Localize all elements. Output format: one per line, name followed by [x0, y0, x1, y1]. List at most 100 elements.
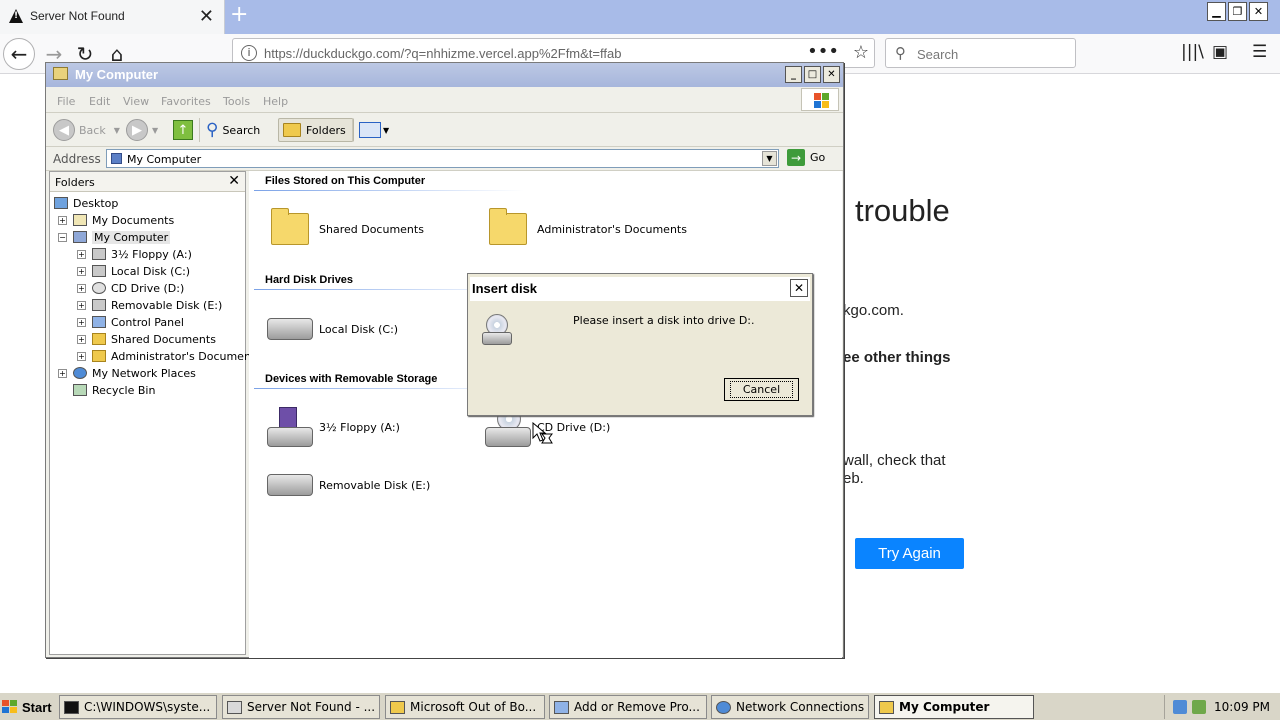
browser-tabstrip: Server Not Found ✕ + ▁ ❐ ✕ [0, 0, 1280, 34]
tree-item-control-panel[interactable]: + Control Panel [77, 314, 184, 330]
maximize-button[interactable]: □ [804, 66, 821, 83]
tree-item-shared-documents[interactable]: + Shared Documents [77, 331, 216, 347]
close-button[interactable]: ✕ [790, 279, 808, 297]
views-button[interactable]: ▼ [359, 118, 389, 142]
bookmark-star-icon[interactable]: ☆ [853, 42, 869, 63]
menu-icon[interactable]: ☰ [1252, 42, 1267, 62]
expand-icon[interactable]: + [77, 249, 86, 259]
control-panel-icon [92, 316, 106, 328]
search-button[interactable]: ⚲ Search [206, 118, 260, 142]
item-label: Local Disk (C:) [319, 322, 399, 336]
expand-icon[interactable]: + [77, 300, 86, 310]
browser-tab[interactable]: Server Not Found ✕ [0, 0, 225, 34]
app-icon [390, 700, 405, 714]
sidebar-icon[interactable]: ▣ [1212, 42, 1228, 62]
up-folder-button[interactable]: ↑ [173, 118, 193, 142]
tree-item-desktop[interactable]: Desktop [54, 195, 118, 211]
tree-item-local-disk[interactable]: + Local Disk (C:) [77, 263, 190, 279]
windows-logo-icon [2, 700, 18, 714]
group-header-removable: Devices with Removable Storage [265, 373, 438, 385]
tree-item-network-places[interactable]: + My Network Places [58, 365, 196, 381]
documents-icon [73, 214, 87, 226]
page-actions-icon[interactable]: ••• [807, 41, 839, 62]
collapse-icon[interactable]: − [58, 232, 67, 242]
taskbar-item-my-computer[interactable]: My Computer [874, 695, 1034, 719]
menu-view[interactable]: View [123, 95, 149, 108]
address-bar: Address My Computer ▼ → Go [46, 147, 843, 171]
tree-item-my-computer[interactable]: − My Computer [58, 229, 171, 245]
taskbar-item-add-remove[interactable]: Add or Remove Pro... [549, 695, 707, 719]
tab-title: Server Not Found [30, 9, 125, 23]
tree-item-label: 3½ Floppy (A:) [111, 247, 192, 261]
taskbar-item-cmd[interactable]: C:\WINDOWS\syste... [59, 695, 217, 719]
restore-button[interactable]: ❐ [1228, 2, 1247, 21]
item-label: 3½ Floppy (A:) [319, 420, 400, 434]
address-input[interactable]: My Computer ▼ [106, 149, 779, 168]
taskbar-item-browser[interactable]: Server Not Found - ... [222, 695, 380, 719]
search-input[interactable]: ⚲ Search [885, 38, 1076, 68]
close-button[interactable]: ✕ [823, 66, 840, 83]
administrators-documents-item[interactable]: Administrator's Documents [489, 208, 687, 245]
shared-documents-item[interactable]: Shared Documents [271, 208, 424, 245]
taskbar-item-network[interactable]: Network Connections [711, 695, 869, 719]
tree-item-floppy[interactable]: + 3½ Floppy (A:) [77, 246, 192, 262]
minimize-button[interactable]: ▁ [1207, 2, 1226, 21]
taskbar-item-oobe[interactable]: Microsoft Out of Bo... [385, 695, 545, 719]
start-button[interactable]: Start [2, 696, 52, 718]
folders-pane: Folders ✕ Desktop + My Documents − My Co… [49, 171, 261, 655]
menu-help[interactable]: Help [263, 95, 288, 108]
network-status-icon[interactable] [1173, 700, 1187, 714]
info-icon[interactable]: i [241, 45, 257, 61]
tree-item-recycle-bin[interactable]: Recycle Bin [73, 382, 155, 398]
security-icon[interactable] [1192, 700, 1206, 714]
cancel-button[interactable]: Cancel [724, 378, 799, 401]
window-title: My Computer [75, 67, 159, 82]
tab-close-icon[interactable]: ✕ [199, 6, 214, 27]
expand-icon[interactable]: + [58, 368, 67, 378]
address-value[interactable]: My Computer [127, 153, 201, 166]
expand-icon[interactable]: + [77, 266, 86, 276]
url-text[interactable]: https://duckduckgo.com/?q=nhhizme.vercel… [264, 46, 621, 61]
tree-item-label: Removable Disk (E:) [111, 298, 223, 312]
library-icon[interactable]: |||\ [1181, 42, 1204, 62]
item-label: Shared Documents [319, 222, 424, 236]
expand-icon[interactable]: + [77, 283, 86, 293]
try-again-button[interactable]: Try Again [855, 538, 964, 569]
clock[interactable]: 10:09 PM [1214, 700, 1270, 714]
tree-item-administrators-documents[interactable]: + Administrator's Documents [77, 348, 261, 364]
menu-file[interactable]: File [57, 95, 75, 108]
local-disk-item[interactable]: Local Disk (C:) [267, 318, 398, 340]
folder-icon [879, 700, 894, 714]
menu-edit[interactable]: Edit [89, 95, 110, 108]
close-button[interactable]: ✕ [1249, 2, 1268, 21]
expand-icon[interactable]: + [77, 334, 86, 344]
chevron-down-icon[interactable]: ▼ [762, 151, 777, 166]
tree-item-cd-drive[interactable]: + CD Drive (D:) [77, 280, 184, 296]
dialog-titlebar[interactable]: Insert disk ✕ [470, 277, 810, 301]
folder-icon [92, 333, 106, 345]
back-arrow-icon[interactable]: ← [3, 38, 35, 70]
go-button[interactable]: → Go [787, 149, 825, 166]
tree-item-my-documents[interactable]: + My Documents [58, 212, 174, 228]
minimize-button[interactable]: _ [785, 66, 802, 83]
error-text: wall, check that [843, 452, 946, 469]
close-icon[interactable]: ✕ [228, 173, 240, 189]
menu-tools[interactable]: Tools [223, 95, 250, 108]
expand-icon[interactable]: + [77, 351, 86, 361]
folder-icon [489, 208, 527, 245]
forward-button[interactable]: ▶ ▼ [126, 118, 158, 142]
taskbar-item-label: Server Not Found - ... [247, 700, 376, 714]
taskbar: Start C:\WINDOWS\syste... Server Not Fou… [0, 692, 1280, 720]
removable-disk-item[interactable]: Removable Disk (E:) [267, 474, 430, 496]
expand-icon[interactable]: + [58, 215, 67, 225]
expand-icon[interactable]: + [77, 317, 86, 327]
tree-item-removable-disk[interactable]: + Removable Disk (E:) [77, 297, 222, 313]
new-tab-button[interactable]: + [230, 2, 248, 27]
folders-button[interactable]: Folders [278, 118, 354, 142]
tree-item-label: My Computer [92, 230, 171, 244]
back-button[interactable]: ◀ Back ▼ [53, 118, 120, 142]
menu-favorites[interactable]: Favorites [161, 95, 211, 108]
floppy-drive-item[interactable]: 3½ Floppy (A:) [267, 407, 400, 447]
taskbar-item-label: Add or Remove Pro... [574, 700, 700, 714]
window-titlebar[interactable]: My Computer _ □ ✕ [46, 63, 843, 87]
